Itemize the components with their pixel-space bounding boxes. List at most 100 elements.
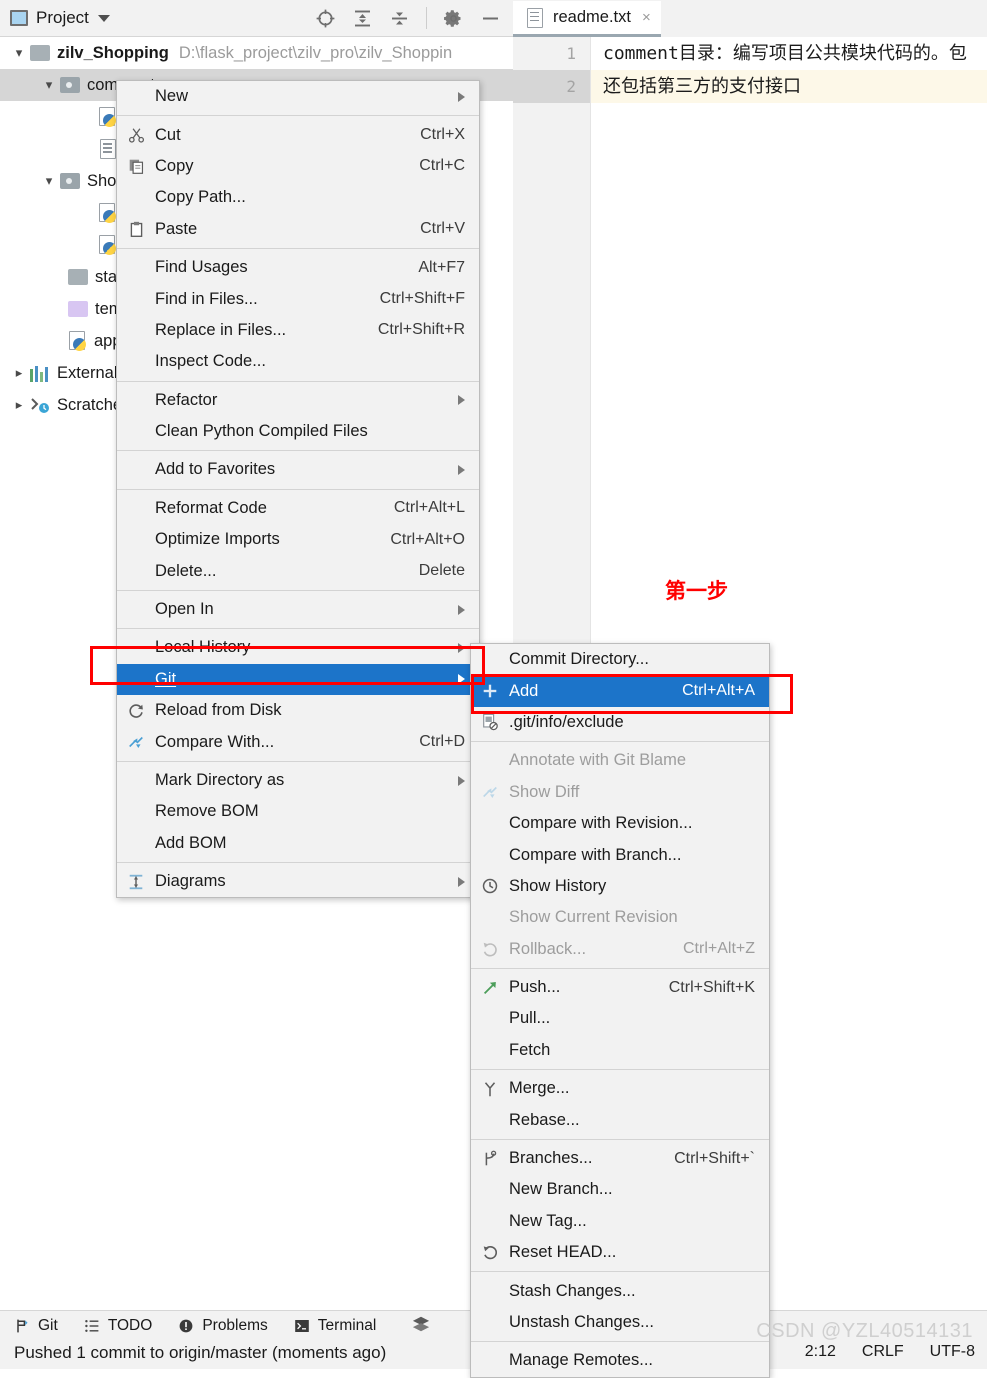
settings-gear-icon[interactable] — [443, 8, 464, 29]
chevron-down-icon[interactable]: ▾ — [38, 170, 60, 192]
menu-label: Fetch — [509, 1040, 551, 1059]
tab-readme-txt[interactable]: readme.txt × — [513, 1, 661, 37]
menu-item-copy-path[interactable]: Copy Path... — [117, 182, 479, 213]
todo-list-icon — [84, 1318, 100, 1334]
project-panel-toolbar — [315, 7, 513, 29]
menu-item-commit-directory[interactable]: Commit Directory... — [471, 644, 769, 675]
folder-icon — [30, 45, 50, 61]
menu-item-git[interactable]: Git — [117, 663, 479, 696]
hide-icon[interactable] — [480, 8, 501, 29]
menu-item-refactor[interactable]: Refactor — [117, 385, 479, 416]
menu-label: Git — [155, 669, 177, 688]
python-file-icon — [98, 107, 117, 127]
menu-item-replace-in-files[interactable]: Replace in Files... Ctrl+Shift+R — [117, 315, 479, 346]
menu-item-rebase[interactable]: Rebase... — [471, 1104, 769, 1135]
menu-item-branches[interactable]: Branches... Ctrl+Shift+` — [471, 1143, 769, 1174]
menu-accelerator: Ctrl+Shift+K — [668, 978, 755, 996]
menu-accelerator: Ctrl+Shift+` — [674, 1149, 755, 1167]
menu-item-new-tag[interactable]: New Tag... — [471, 1206, 769, 1237]
menu-separator — [471, 741, 769, 743]
chevron-right-icon[interactable]: ▸ — [8, 394, 30, 416]
status-tool-problems[interactable]: Problems — [178, 1317, 268, 1335]
chevron-right-icon[interactable]: ▸ — [8, 362, 30, 384]
chevron-down-icon[interactable]: ▾ — [8, 42, 30, 64]
context-menu[interactable]: New Cut Ctrl+X Copy Ctrl+C Copy Path... … — [116, 80, 480, 899]
select-opened-file-icon[interactable] — [315, 8, 336, 29]
menu-item-annotate-with-git-blame: Annotate with Git Blame — [471, 745, 769, 776]
menu-separator — [471, 1069, 769, 1071]
menu-separator — [471, 1271, 769, 1273]
menu-item-git-info-exclude[interactable]: .git/info/exclude — [471, 707, 769, 738]
menu-item-merge[interactable]: Merge... — [471, 1073, 769, 1104]
chevron-down-icon[interactable]: ▾ — [38, 74, 60, 96]
module-folder-icon — [60, 173, 80, 189]
menu-item-compare-with[interactable]: Compare With... Ctrl+D — [117, 726, 479, 757]
exclude-file-icon — [471, 713, 509, 731]
menu-item-paste[interactable]: Paste Ctrl+V — [117, 214, 479, 245]
menu-item-add-bom[interactable]: Add BOM — [117, 828, 479, 859]
menu-label: Mark Directory as — [155, 771, 285, 789]
menu-item-reformat-code[interactable]: Reformat Code Ctrl+Alt+L — [117, 493, 479, 524]
menu-item-compare-with-revision[interactable]: Compare with Revision... — [471, 808, 769, 839]
menu-item-copy[interactable]: Copy Ctrl+C — [117, 151, 479, 182]
encoding-indicator[interactable]: UTF-8 — [930, 1343, 975, 1361]
menu-label: Add BOM — [155, 833, 227, 852]
python-file-icon — [98, 203, 117, 223]
menu-item-add[interactable]: Add Ctrl+Alt+A — [471, 675, 769, 707]
menu-item-mark-directory-as[interactable]: Mark Directory as — [117, 765, 479, 796]
menu-label: Compare with Branch... — [509, 845, 682, 864]
status-tool-terminal[interactable]: Terminal — [294, 1317, 376, 1335]
collapse-all-icon[interactable] — [389, 8, 410, 29]
menu-label: Delete... — [155, 561, 217, 580]
layers-icon[interactable] — [412, 1315, 430, 1338]
chevron-down-icon[interactable] — [97, 14, 110, 22]
menu-item-diagrams[interactable]: Diagrams — [117, 866, 479, 897]
status-tool-git[interactable]: Git — [14, 1317, 58, 1335]
menu-label: Reformat Code — [155, 498, 267, 517]
project-panel-title: Project — [36, 8, 89, 27]
menu-separator — [117, 247, 479, 249]
menu-accelerator: Delete — [418, 562, 465, 580]
menu-item-show-history[interactable]: Show History — [471, 871, 769, 902]
git-submenu[interactable]: Commit Directory... Add Ctrl+Alt+A .git/… — [470, 643, 770, 1378]
menu-item-new[interactable]: New — [117, 81, 479, 112]
menu-item-new-branch[interactable]: New Branch... — [471, 1174, 769, 1205]
menu-item-find-in-files[interactable]: Find in Files... Ctrl+Shift+F — [117, 283, 479, 314]
menu-item-inspect-code[interactable]: Inspect Code... — [117, 346, 479, 377]
menu-item-reload-from-disk[interactable]: Reload from Disk — [117, 695, 479, 726]
menu-item-cut[interactable]: Cut Ctrl+X — [117, 119, 479, 150]
menu-item-pull[interactable]: Pull... — [471, 1003, 769, 1034]
status-tool-label: TODO — [107, 1317, 153, 1334]
menu-item-open-in[interactable]: Open In — [117, 594, 479, 625]
menu-item-reset-head[interactable]: Reset HEAD... — [471, 1237, 769, 1268]
status-bar-message: Pushed 1 commit to origin/master (moment… — [14, 1343, 387, 1362]
caret-position-indicator[interactable]: 2:12 — [805, 1343, 836, 1361]
close-icon[interactable]: × — [642, 10, 651, 25]
menu-item-add-to-favorites[interactable]: Add to Favorites — [117, 454, 479, 485]
menu-label: Local History — [155, 638, 251, 657]
menu-item-clean-python-compiled-files[interactable]: Clean Python Compiled Files — [117, 416, 479, 447]
menu-label: Annotate with Git Blame — [509, 751, 687, 770]
menu-separator — [117, 380, 479, 382]
menu-item-fetch[interactable]: Fetch — [471, 1035, 769, 1066]
menu-item-push[interactable]: Push... Ctrl+Shift+K — [471, 972, 769, 1003]
submenu-arrow-icon — [458, 91, 465, 102]
python-file-icon — [98, 235, 117, 255]
menu-item-stash-changes[interactable]: Stash Changes... — [471, 1275, 769, 1306]
menu-item-manage-remotes[interactable]: Manage Remotes... — [471, 1345, 769, 1376]
menu-item-find-usages[interactable]: Find Usages Alt+F7 — [117, 252, 479, 283]
line-separator-indicator[interactable]: CRLF — [862, 1343, 904, 1361]
menu-item-delete[interactable]: Delete... Delete — [117, 555, 479, 586]
menu-item-unstash-changes[interactable]: Unstash Changes... — [471, 1307, 769, 1338]
menu-label: Find Usages — [155, 258, 248, 277]
tree-row-project-root[interactable]: ▾ zilv_Shopping D:\flask_project\zilv_pr… — [0, 37, 513, 69]
expand-all-icon[interactable] — [352, 8, 373, 29]
menu-label: Find in Files... — [155, 289, 258, 308]
editor-vertical-scrollbar[interactable] — [982, 37, 987, 1311]
menu-item-local-history[interactable]: Local History — [117, 632, 479, 663]
menu-item-compare-with-branch[interactable]: Compare with Branch... — [471, 839, 769, 870]
line-number: 2 — [513, 70, 590, 103]
menu-item-remove-bom[interactable]: Remove BOM — [117, 796, 479, 827]
menu-item-optimize-imports[interactable]: Optimize Imports Ctrl+Alt+O — [117, 524, 479, 555]
status-tool-todo[interactable]: TODO — [84, 1317, 153, 1335]
